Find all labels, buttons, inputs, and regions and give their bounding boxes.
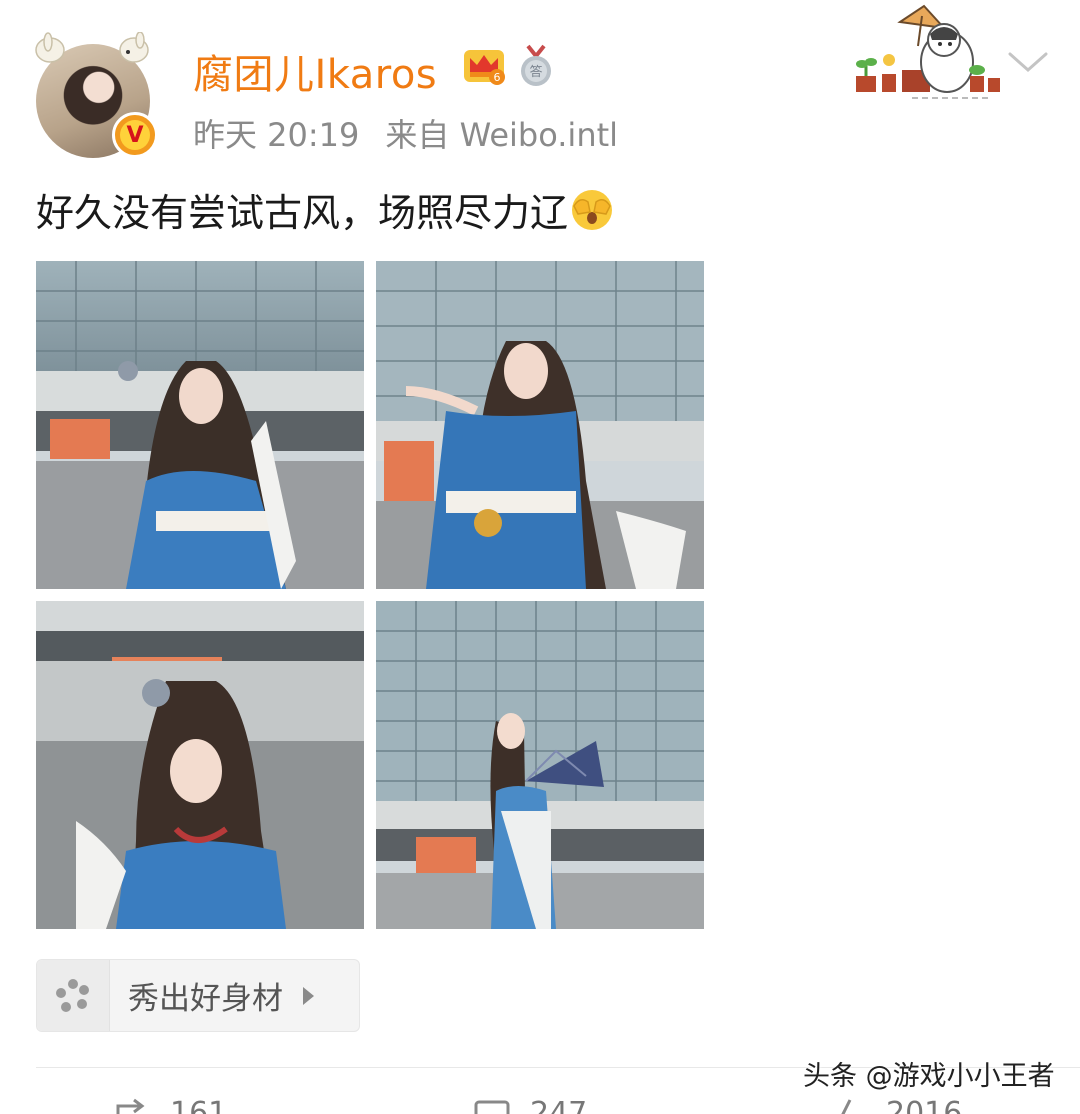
repost-button[interactable]: 161 bbox=[112, 1096, 227, 1114]
svg-text:6: 6 bbox=[494, 71, 501, 84]
post-photo-4[interactable] bbox=[376, 601, 704, 929]
comment-count: 247 bbox=[530, 1096, 588, 1114]
post-text: 好久没有尝试古风，场照尽力辽 bbox=[36, 182, 614, 237]
repost-icon bbox=[116, 1098, 145, 1114]
post-text-content: 好久没有尝试古风，场照尽力辽 bbox=[36, 191, 569, 235]
avatar-ears-decoration bbox=[35, 32, 149, 63]
post-time: 昨天 20:19 bbox=[193, 116, 360, 154]
username[interactable]: 腐团儿Ikaros bbox=[193, 42, 437, 100]
comment-icon bbox=[474, 1100, 510, 1114]
topic-tag-icon-box bbox=[37, 960, 110, 1031]
like-button[interactable]: 2016 bbox=[828, 1096, 962, 1114]
flower-dots-icon bbox=[56, 978, 89, 1012]
medal-icon[interactable]: 答 bbox=[516, 44, 556, 88]
svg-text:答: 答 bbox=[529, 64, 542, 80]
chevron-right-icon bbox=[303, 986, 314, 1005]
topic-tag-label: 秀出好身材 bbox=[128, 981, 283, 1017]
post-photo-1[interactable] bbox=[36, 261, 364, 589]
comment-button[interactable]: 247 bbox=[472, 1096, 587, 1114]
avatar[interactable]: V bbox=[30, 32, 158, 158]
thumbs-up-icon bbox=[841, 1099, 852, 1114]
crown-level-icon[interactable]: 6 bbox=[461, 44, 507, 86]
repost-count: 161 bbox=[170, 1096, 228, 1114]
post-meta: 昨天 20:19 来自 Weibo.intl bbox=[193, 110, 618, 156]
card-decoration-icon bbox=[856, 4, 1000, 99]
face-with-hands-over-eyes-icon bbox=[572, 189, 613, 230]
verified-badge: V bbox=[112, 112, 158, 158]
like-count: 2016 bbox=[886, 1096, 963, 1114]
post-source[interactable]: 来自 Weibo.intl bbox=[385, 116, 618, 154]
chevron-down-icon[interactable] bbox=[1006, 46, 1050, 78]
post-photo-2[interactable] bbox=[376, 261, 704, 589]
post-photo-3[interactable] bbox=[36, 601, 364, 929]
topic-tag[interactable]: 秀出好身材 bbox=[36, 959, 360, 1032]
watermark-text: 头条 @游戏小小王者 bbox=[803, 1061, 1055, 1092]
